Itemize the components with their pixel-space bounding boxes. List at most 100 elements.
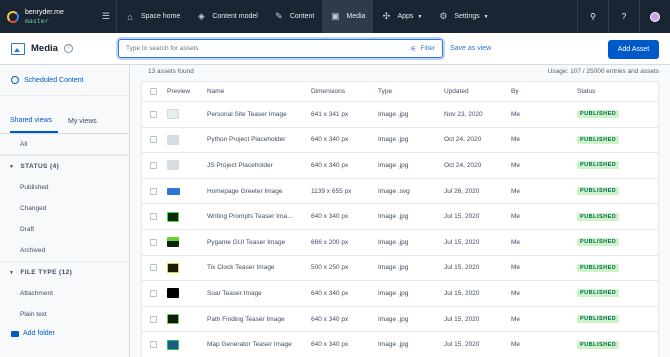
sidebar-item-plain-text[interactable]: Plain text (0, 304, 129, 325)
row-checkbox[interactable] (150, 264, 157, 272)
asset-name[interactable]: Personal Site Teaser Image (207, 111, 311, 118)
tab-my-views[interactable]: My views (68, 110, 103, 133)
views-tabs: Shared views My views (0, 110, 129, 134)
sidebar-group-file-type[interactable]: ▼ FILE TYPE (12) (0, 261, 129, 283)
home-icon: ⌂ (127, 11, 133, 22)
table-row[interactable]: Personal Site Teaser Image 641 x 341 px … (142, 102, 658, 128)
chevron-down-icon: ▼ (9, 269, 15, 276)
asset-name[interactable]: Soar Teaser Image (207, 290, 311, 297)
gear-icon: ⚙ (439, 11, 448, 21)
help-icon[interactable]: ? (63, 44, 73, 53)
row-checkbox[interactable] (150, 213, 157, 221)
asset-author: Me (511, 110, 521, 118)
sidebar-item-attachment[interactable]: Attachment (0, 283, 129, 304)
nav-media[interactable]: ▣ Media (322, 0, 374, 33)
sidebar-item-all[interactable]: All (0, 134, 129, 155)
asset-type: Image .jpg (378, 341, 409, 349)
asset-updated: Jul 15, 2020 (444, 238, 480, 246)
asset-type: Image .jpg (378, 264, 409, 272)
hamburger-menu-icon[interactable]: ☰ (102, 11, 110, 22)
asset-name[interactable]: Tix Clock Teaser Image (207, 264, 311, 271)
row-checkbox[interactable] (150, 161, 157, 169)
status-badge: PUBLISHED (577, 289, 620, 298)
pencil-icon: ✎ (275, 11, 283, 21)
table-header: Preview Name Dimensions Type Updated By … (142, 82, 658, 102)
sidebar-item-changed[interactable]: Changed (0, 198, 129, 219)
nav-apps[interactable]: ✣ Apps ▼ (373, 0, 430, 33)
asset-thumbnail (167, 160, 179, 171)
asset-type: Image .jpg (378, 315, 409, 323)
asset-name[interactable]: Homepage Greeter Image (207, 188, 311, 195)
help-icon[interactable]: ? (608, 0, 639, 33)
search-input[interactable]: Type to search for assets ⚟ Filter (118, 39, 443, 58)
tab-shared-views[interactable]: Shared views (10, 110, 59, 133)
table-row[interactable]: JS Project Placeholder 640 x 340 px Imag… (142, 153, 658, 179)
save-as-view-button[interactable]: Save as view (450, 45, 491, 52)
chevron-down-icon: ▼ (417, 13, 423, 20)
asset-count: 13 assets found (148, 68, 194, 75)
sidebar-item-archived[interactable]: Archived (0, 240, 129, 261)
table-row[interactable]: Python Project Placeholder 640 x 340 px … (142, 128, 658, 154)
column-header-updated[interactable]: Updated (444, 88, 511, 95)
table-row[interactable]: Writing Prompts Teaser Ima... 640 x 340 … (142, 204, 658, 230)
row-checkbox[interactable] (150, 341, 157, 349)
asset-name[interactable]: Writing Prompts Teaser Ima... (207, 213, 311, 220)
asset-name[interactable]: Python Project Placeholder (207, 136, 311, 143)
nav-settings[interactable]: ⚙ Settings ▼ (430, 0, 496, 33)
table-row[interactable]: Pygame GUI Teaser Image 666 x 200 px Ima… (142, 230, 658, 256)
asset-type: Image .jpg (378, 136, 409, 144)
sidebar-item-published[interactable]: Published (0, 177, 129, 198)
asset-updated: Oct 24, 2020 (444, 136, 482, 144)
status-badge: PUBLISHED (577, 161, 620, 170)
column-header-name[interactable]: Name (207, 88, 311, 95)
clock-icon (11, 76, 19, 84)
row-checkbox[interactable] (150, 136, 157, 144)
table-row[interactable]: Tix Clock Teaser Image 500 x 250 px Imag… (142, 256, 658, 282)
asset-name[interactable]: Map Generator Teaser Image (207, 341, 311, 348)
sidebar-group-status[interactable]: ▼ STATUS (4) (0, 155, 129, 177)
row-checkbox[interactable] (150, 187, 157, 195)
asset-author: Me (511, 161, 521, 169)
asset-dimensions: 640 x 340 px (311, 315, 349, 323)
asset-name[interactable]: Path Finding Teaser Image (207, 316, 311, 323)
row-checkbox[interactable] (150, 315, 157, 323)
filter-button[interactable]: ⚟ Filter (410, 45, 435, 53)
nav-content[interactable]: ✎ Content (266, 0, 323, 33)
search-icon[interactable]: ⚲ (577, 0, 608, 33)
sidebar-item-draft[interactable]: Draft (0, 219, 129, 240)
asset-name[interactable]: Pygame GUI Teaser Image (207, 239, 311, 246)
status-badge: PUBLISHED (577, 315, 620, 324)
status-badge: PUBLISHED (577, 212, 620, 221)
asset-dimensions: 666 x 200 px (311, 238, 349, 246)
column-header-by: By (511, 88, 519, 95)
table-row[interactable]: Homepage Greeter Image 1139 x 655 px Ima… (142, 179, 658, 205)
row-checkbox[interactable] (150, 289, 157, 297)
filter-icon: ⚟ (410, 45, 417, 53)
nav-space-home[interactable]: ⌂ Space home (117, 0, 188, 33)
account-menu[interactable] (639, 0, 670, 33)
asset-updated: Jul 15, 2020 (444, 341, 480, 349)
space-switcher[interactable]: benryder.me master ☰ (0, 0, 117, 33)
row-checkbox[interactable] (150, 110, 157, 118)
folder-icon (11, 330, 19, 337)
table-row[interactable]: Map Generator Teaser Image 640 x 340 px … (142, 332, 658, 357)
add-asset-button[interactable]: Add Asset (608, 40, 659, 59)
asset-thumbnail (167, 314, 179, 325)
nav-content-model[interactable]: ◈ Content model (188, 0, 266, 33)
asset-author: Me (511, 238, 521, 246)
asset-updated: Jul 15, 2020 (444, 264, 480, 272)
chevron-down-icon: ▼ (483, 13, 489, 20)
asset-name[interactable]: JS Project Placeholder (207, 162, 311, 169)
table-row[interactable]: Soar Teaser Image 640 x 340 px Image .jp… (142, 281, 658, 307)
table-row[interactable]: Path Finding Teaser Image 640 x 340 px I… (142, 307, 658, 333)
asset-type: Image .jpg (378, 289, 409, 297)
asset-dimensions: 640 x 340 px (311, 136, 349, 144)
row-checkbox[interactable] (150, 238, 157, 246)
asset-dimensions: 640 x 340 px (311, 289, 349, 297)
puzzle-icon: ✣ (382, 11, 391, 21)
scheduled-content-link[interactable]: Scheduled Content (0, 65, 129, 96)
asset-list-area: 13 assets found Usage: 107 / 25000 entri… (130, 65, 670, 357)
add-folder-button[interactable]: Add folder (11, 330, 55, 337)
select-all-checkbox[interactable] (150, 88, 157, 95)
column-header-preview: Preview (167, 88, 191, 95)
